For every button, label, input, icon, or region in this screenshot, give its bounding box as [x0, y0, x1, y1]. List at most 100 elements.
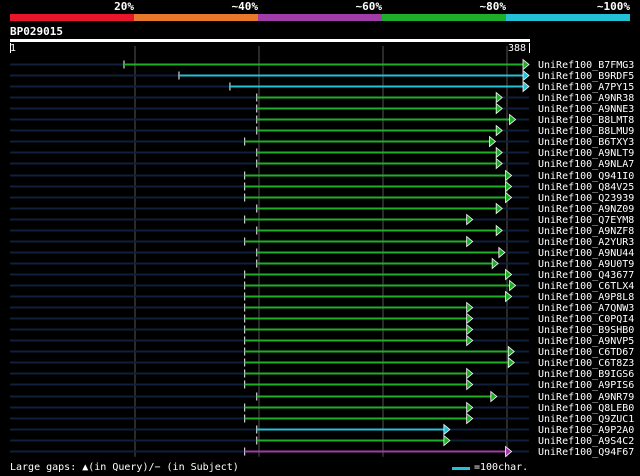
- hit-arrow-icon: [505, 169, 513, 182]
- hit-row[interactable]: UniRef100_B9RDF5: [10, 69, 634, 83]
- hit-row[interactable]: UniRef100_Q7EYM8: [10, 213, 634, 227]
- hit-arrow-icon: [466, 312, 474, 325]
- hit-label[interactable]: UniRef100_A9NZ09: [538, 204, 634, 215]
- hit-arrow-icon: [443, 434, 451, 447]
- hit-label[interactable]: UniRef100_Q9ZUC1: [538, 414, 634, 425]
- hit-row[interactable]: UniRef100_C6T8Z3: [10, 356, 634, 370]
- hit-row[interactable]: UniRef100_A9P2A0: [10, 423, 634, 437]
- hit-arrow-icon: [505, 191, 513, 204]
- hit-row[interactable]: UniRef100_A9NLA7: [10, 157, 634, 171]
- hit-row[interactable]: UniRef100_Q9ZUC1: [10, 412, 634, 426]
- hit-row[interactable]: UniRef100_A7QNW3: [10, 301, 634, 315]
- hit-label[interactable]: UniRef100_A9PIS6: [538, 380, 634, 391]
- hit-label[interactable]: UniRef100_A9NLT9: [538, 148, 634, 159]
- hit-row[interactable]: UniRef100_B9SHB0: [10, 323, 634, 337]
- hit-row[interactable]: UniRef100_B8LMU9: [10, 124, 634, 138]
- hit-arrow-icon: [466, 378, 474, 391]
- hit-row[interactable]: UniRef100_A9NR38: [10, 91, 634, 105]
- hit-arrow-icon: [505, 180, 513, 193]
- hit-row[interactable]: UniRef100_B9IGS6: [10, 367, 634, 381]
- hit-arrow-icon: [491, 257, 499, 270]
- hit-row[interactable]: UniRef100_B8LMT8: [10, 113, 634, 127]
- hit-arrow-icon: [466, 235, 474, 248]
- hit-label[interactable]: UniRef100_Q941I0: [538, 171, 634, 182]
- hit-row[interactable]: UniRef100_A7PY15: [10, 80, 634, 94]
- hit-arrow-icon: [505, 445, 513, 458]
- hit-row[interactable]: UniRef100_Q94F67: [10, 445, 634, 459]
- hit-label[interactable]: UniRef100_C6T8Z3: [538, 358, 634, 369]
- hit-arrow-icon: [466, 367, 474, 380]
- hit-label[interactable]: UniRef100_C6TLX4: [538, 281, 634, 292]
- hit-row[interactable]: UniRef100_C6TLX4: [10, 279, 634, 293]
- hit-label[interactable]: UniRef100_A7QNW3: [538, 303, 634, 314]
- hit-label[interactable]: UniRef100_C0PQI4: [538, 314, 634, 325]
- hit-label[interactable]: UniRef100_A9NR79: [538, 392, 634, 403]
- hit-label[interactable]: UniRef100_C6TD67: [538, 347, 634, 358]
- hit-label[interactable]: UniRef100_A9NR38: [538, 93, 634, 104]
- hit-row[interactable]: UniRef100_Q941I0: [10, 169, 634, 183]
- hit-arrow-icon: [490, 390, 498, 403]
- hit-label[interactable]: UniRef100_Q84V25: [538, 182, 634, 193]
- hit-row[interactable]: UniRef100_Q23939: [10, 191, 634, 205]
- hit-arrow-icon: [509, 279, 517, 292]
- hit-label[interactable]: UniRef100_B8LMT8: [538, 115, 634, 126]
- hit-row[interactable]: UniRef100_C6TD67: [10, 345, 634, 359]
- hit-label[interactable]: UniRef100_Q43677: [538, 270, 634, 281]
- scale-key: =100char.: [452, 462, 528, 474]
- hit-row[interactable]: UniRef100_Q43677: [10, 268, 634, 282]
- hit-arrow-icon: [489, 135, 497, 148]
- hit-row[interactable]: UniRef100_A9P8L8: [10, 290, 634, 304]
- hit-row[interactable]: UniRef100_A9NR79: [10, 390, 634, 404]
- hit-row[interactable]: UniRef100_Q84V25: [10, 180, 634, 194]
- hit-arrow-icon: [495, 202, 503, 215]
- hit-row[interactable]: UniRef100_A9NU44: [10, 246, 634, 260]
- hit-label[interactable]: UniRef100_A9NZF8: [538, 226, 634, 237]
- scale-swatch: [452, 466, 470, 470]
- hit-label[interactable]: UniRef100_A2YUR3: [538, 237, 634, 248]
- hit-label[interactable]: UniRef100_B8LMU9: [538, 126, 634, 137]
- hit-arrow-icon: [466, 301, 474, 314]
- hit-arrow-icon: [509, 113, 517, 126]
- hit-arrow-icon: [507, 356, 515, 369]
- hit-row[interactable]: UniRef100_A9NLT9: [10, 146, 634, 160]
- hit-label[interactable]: UniRef100_Q8LEB0: [538, 403, 634, 414]
- hit-row[interactable]: UniRef100_A9NZF8: [10, 224, 634, 238]
- hit-row[interactable]: UniRef100_A2YUR3: [10, 235, 634, 249]
- hit-arrow-icon: [466, 412, 474, 425]
- hit-label[interactable]: UniRef100_Q7EYM8: [538, 215, 634, 226]
- hit-row[interactable]: UniRef100_Q8LEB0: [10, 401, 634, 415]
- hit-arrow-icon: [507, 345, 515, 358]
- hit-label[interactable]: UniRef100_A9S4C2: [538, 436, 634, 447]
- hit-label[interactable]: UniRef100_B9RDF5: [538, 71, 634, 82]
- hit-label[interactable]: UniRef100_A9U0T9: [538, 259, 634, 270]
- hit-row[interactable]: UniRef100_C0PQI4: [10, 312, 634, 326]
- hit-label[interactable]: UniRef100_A9NVP5: [538, 336, 634, 347]
- hit-row[interactable]: UniRef100_A9U0T9: [10, 257, 634, 271]
- gaps-legend: Large gaps: ▲(in Query)/− (in Subject): [10, 462, 239, 473]
- hit-label[interactable]: UniRef100_B7FMG3: [538, 60, 634, 71]
- hit-row[interactable]: UniRef100_A9NZ09: [10, 202, 634, 216]
- hit-row[interactable]: UniRef100_B7FMG3: [10, 58, 634, 72]
- hit-label[interactable]: UniRef100_A9P2A0: [538, 425, 634, 436]
- hit-arrow-icon: [495, 91, 503, 104]
- hit-label[interactable]: UniRef100_Q94F67: [538, 447, 634, 458]
- hit-row[interactable]: UniRef100_A9NVP5: [10, 334, 634, 348]
- hit-label[interactable]: UniRef100_A9NLA7: [538, 159, 634, 170]
- hit-row[interactable]: UniRef100_A9PIS6: [10, 378, 634, 392]
- hit-label[interactable]: UniRef100_A7PY15: [538, 82, 634, 93]
- hit-label[interactable]: UniRef100_A9NU44: [538, 248, 634, 259]
- hit-label[interactable]: UniRef100_B9SHB0: [538, 325, 634, 336]
- hit-label[interactable]: UniRef100_A9P8L8: [538, 292, 634, 303]
- scale-key-label: =100char.: [474, 462, 529, 473]
- hit-label[interactable]: UniRef100_A9NNE3: [538, 104, 634, 115]
- hit-arrow-icon: [466, 401, 474, 414]
- hit-arrow-icon: [495, 224, 503, 237]
- hit-label[interactable]: UniRef100_B6TXY3: [538, 137, 634, 148]
- hit-row[interactable]: UniRef100_A9S4C2: [10, 434, 634, 448]
- hit-row[interactable]: UniRef100_B6TXY3: [10, 135, 634, 149]
- hit-arrow-icon: [495, 157, 503, 170]
- hit-label[interactable]: UniRef100_Q23939: [538, 193, 634, 204]
- hit-row[interactable]: UniRef100_A9NNE3: [10, 102, 634, 116]
- hit-label[interactable]: UniRef100_B9IGS6: [538, 369, 634, 380]
- hit-arrow-icon: [443, 423, 451, 436]
